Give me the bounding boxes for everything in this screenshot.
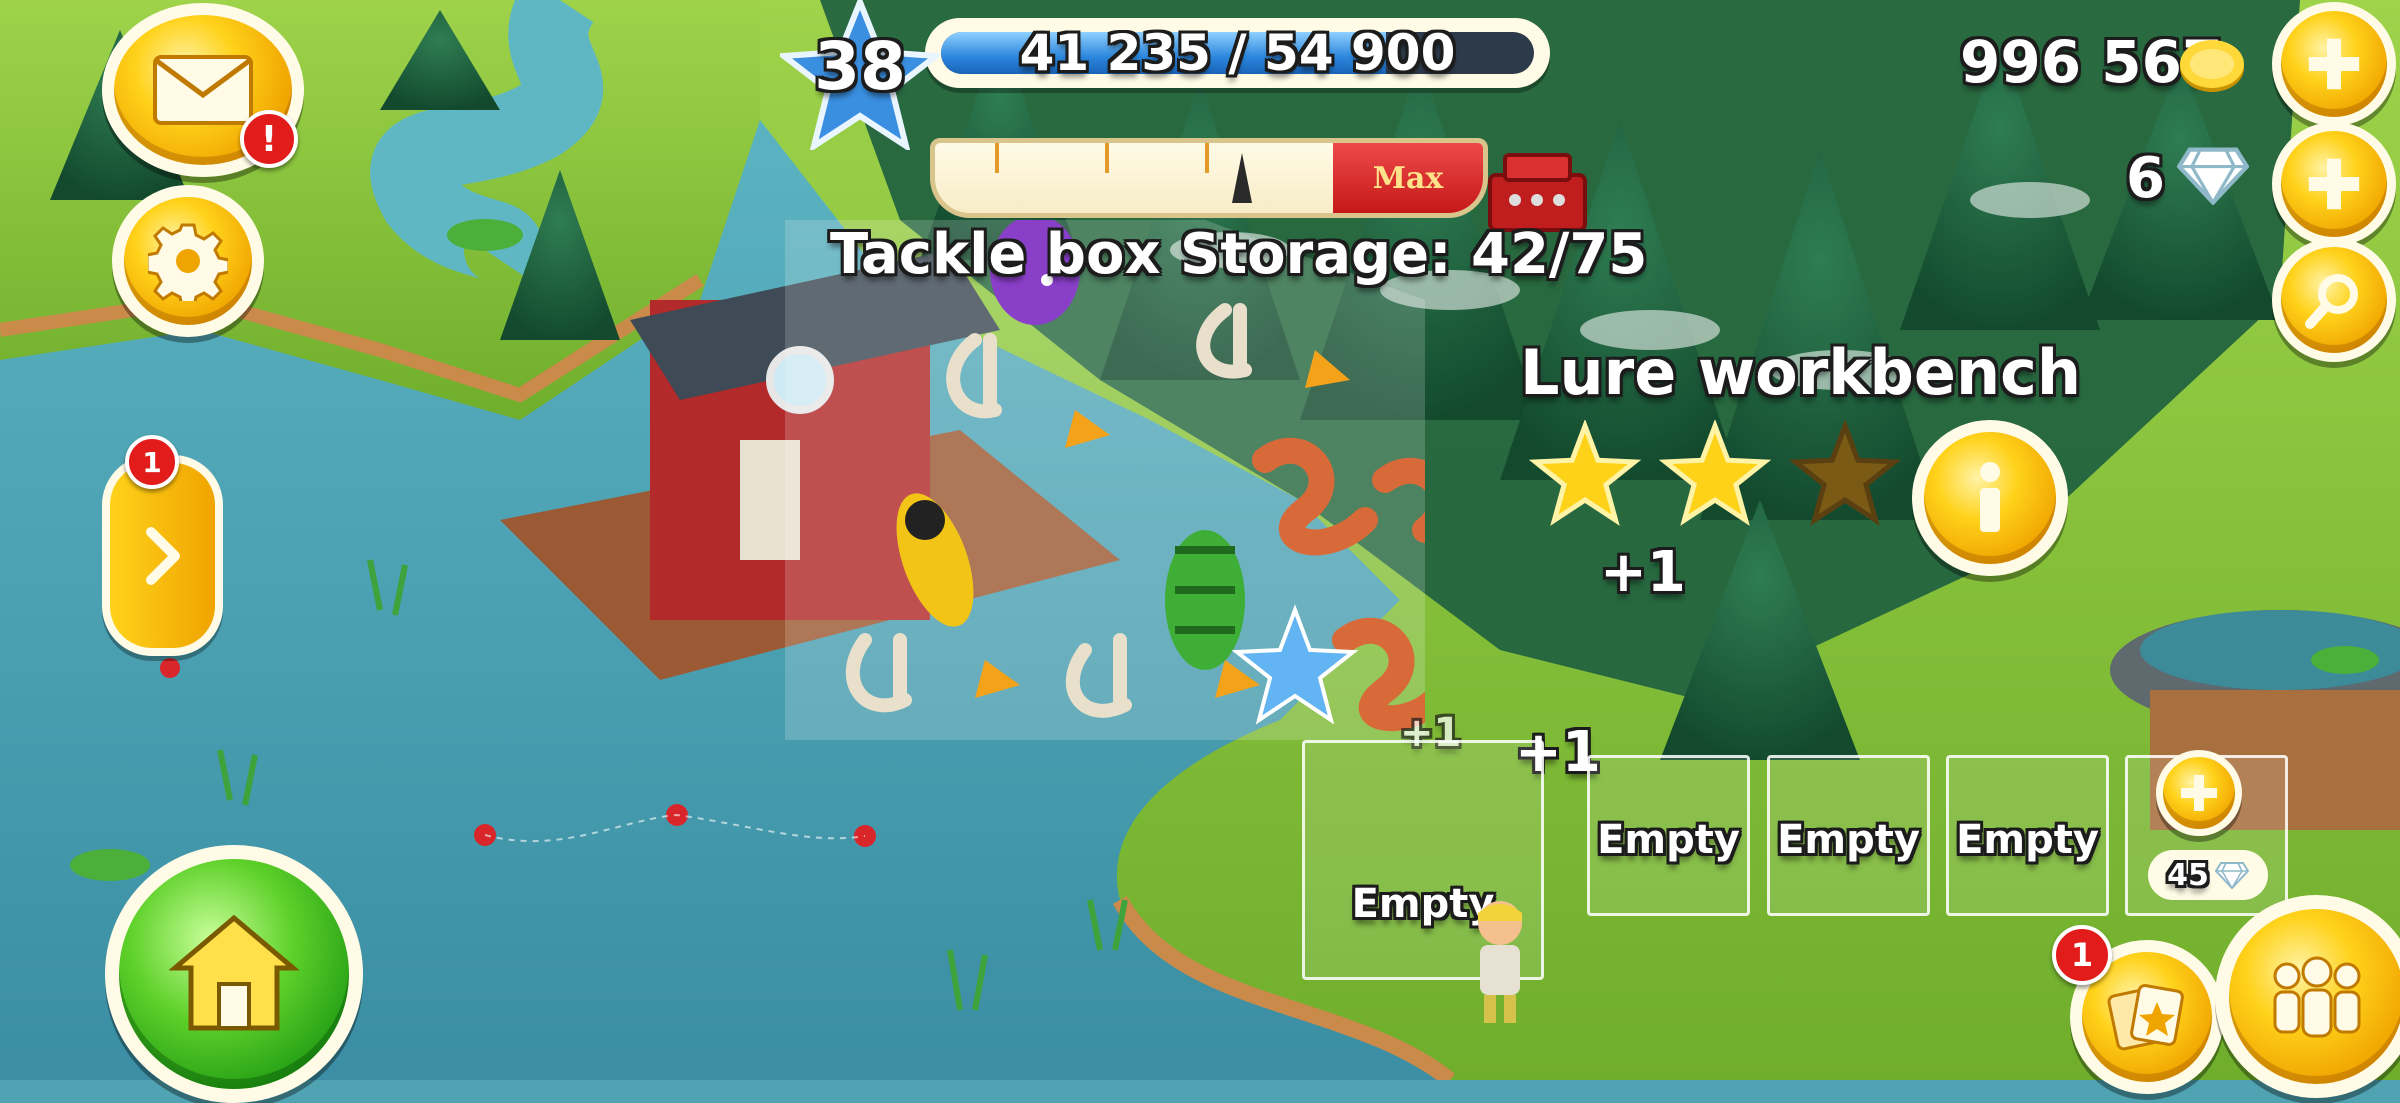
slot-label: Empty (1597, 817, 1740, 863)
settings-button[interactable] (112, 185, 264, 337)
star-filled-icon (1658, 418, 1772, 526)
diamond-icon (2214, 862, 2249, 889)
people-icon (2273, 956, 2360, 1037)
building-stars (1525, 418, 1905, 530)
chevron-right-icon (145, 526, 180, 585)
green-lure-icon (1165, 530, 1245, 670)
xp-bar: 41 235 / 54 900 (925, 18, 1550, 88)
production-slot[interactable]: Empty (1946, 755, 2109, 916)
bonus-label: +1 (1600, 540, 1686, 605)
production-slot[interactable]: Empty (1767, 755, 1930, 916)
magnifier-icon (2305, 274, 2358, 329)
locked-production-slot[interactable]: 45 (2125, 750, 2288, 916)
production-slot[interactable]: Empty (1587, 755, 1750, 916)
plus-icon (2308, 158, 2360, 210)
storage-gauge: Max (930, 138, 1488, 218)
star-empty-icon (1788, 418, 1902, 526)
unlock-slot-button[interactable] (2156, 750, 2242, 836)
diamonds-amount: 6 (2126, 146, 2165, 211)
plus-icon (2181, 775, 2217, 811)
cards-badge: 1 (2052, 925, 2112, 985)
add-diamonds-button[interactable] (2272, 122, 2396, 246)
search-button[interactable] (2272, 238, 2396, 362)
slot-label: Empty (1956, 817, 2099, 863)
plus-icon (2308, 38, 2360, 90)
mail-alert-badge: ! (240, 110, 298, 168)
diamond-icon (2176, 145, 2250, 206)
farmer-character (1460, 895, 1540, 1025)
xp-text: 41 235 / 54 900 (1019, 24, 1456, 82)
info-icon (1980, 462, 2000, 532)
storage-max-label: Max (1333, 143, 1483, 213)
storage-gauge-needle (1231, 153, 1252, 203)
level-star[interactable]: 38 (775, 0, 945, 153)
unlock-cost: 45 (2148, 850, 2268, 900)
unlock-cost-value: 45 (2167, 857, 2209, 893)
house-icon (169, 914, 299, 1031)
star-filled-icon (1528, 418, 1642, 526)
add-coins-button[interactable] (2272, 2, 2396, 126)
level-number: 38 (814, 28, 906, 105)
recipe-panel (785, 215, 1455, 740)
storage-title: Tackle box Storage: 42/75 (830, 222, 1648, 287)
home-button[interactable] (105, 845, 363, 1103)
envelope-icon (153, 55, 253, 125)
coin-icon (2177, 36, 2247, 96)
building-title: Lure workbench (1520, 336, 2081, 409)
info-button[interactable] (1912, 420, 2068, 576)
coins-amount: 996 567 (1960, 28, 2223, 96)
side-panel-badge: 1 (125, 435, 179, 489)
cards-icon (2107, 984, 2184, 1051)
gear-icon (148, 223, 228, 301)
slot-label: Empty (1777, 817, 1920, 863)
